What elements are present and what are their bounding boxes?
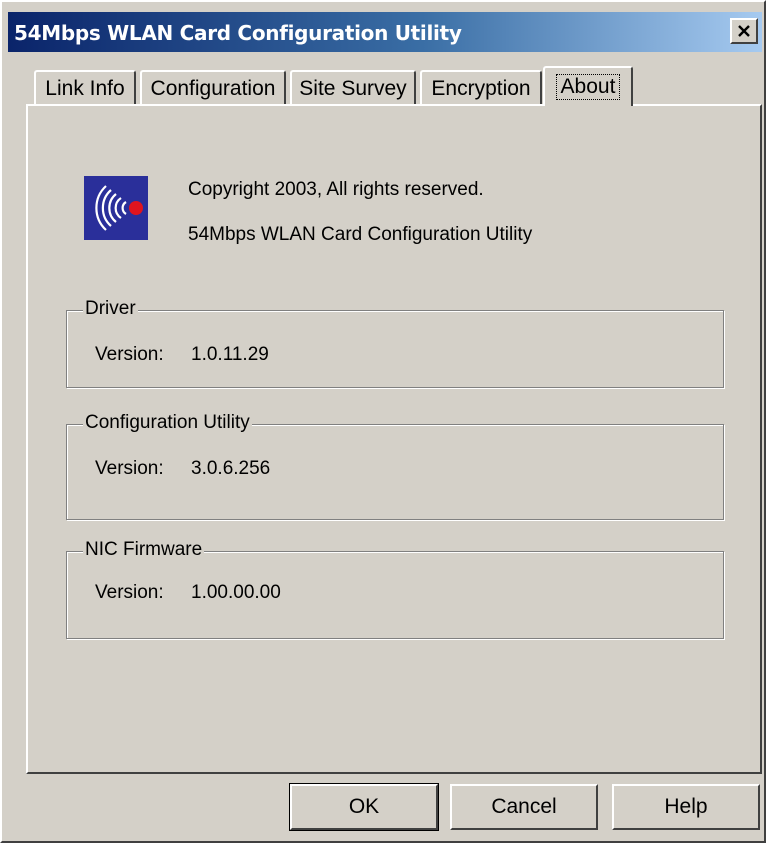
tab-label: Site Survey	[299, 77, 407, 100]
tab-about[interactable]: About	[543, 66, 633, 106]
product-name-text: 54Mbps WLAN Card Configuration Utility	[188, 224, 533, 245]
tab-link-info[interactable]: Link Info	[34, 70, 136, 106]
nic-firmware-version-value: 1.00.00.00	[191, 582, 281, 603]
driver-group: Driver Version: 1.0.11.29	[66, 298, 724, 388]
driver-version-label: Version:	[95, 344, 164, 365]
close-button[interactable]	[730, 18, 758, 44]
tab-label: Encryption	[431, 77, 531, 100]
tab-label: About	[555, 74, 621, 100]
driver-group-title: Driver	[83, 298, 138, 320]
wireless-signal-icon	[84, 176, 148, 240]
cancel-button[interactable]: Cancel	[450, 784, 598, 830]
tab-label: Configuration	[150, 77, 276, 100]
help-button[interactable]: Help	[612, 784, 760, 830]
config-utility-group: Configuration Utility Version: 3.0.6.256	[66, 412, 724, 520]
ok-button[interactable]: OK	[289, 783, 439, 831]
tab-site-survey[interactable]: Site Survey	[290, 70, 416, 106]
copyright-text: Copyright 2003, All rights reserved.	[188, 179, 484, 200]
close-icon	[738, 25, 750, 37]
nic-firmware-group: NIC Firmware Version: 1.00.00.00	[66, 539, 724, 639]
config-utility-version-value: 3.0.6.256	[191, 458, 271, 479]
window-title: 54Mbps WLAN Card Configuration Utility	[14, 21, 462, 45]
dialog-window: 54Mbps WLAN Card Configuration Utility L…	[0, 0, 766, 843]
nic-firmware-group-title: NIC Firmware	[83, 539, 205, 561]
driver-version-value: 1.0.11.29	[191, 344, 269, 365]
tab-encryption[interactable]: Encryption	[420, 70, 542, 106]
nic-firmware-version-label: Version:	[95, 582, 164, 603]
config-utility-version-label: Version:	[95, 458, 164, 479]
tab-configuration[interactable]: Configuration	[140, 70, 286, 106]
title-bar[interactable]: 54Mbps WLAN Card Configuration Utility	[8, 12, 762, 52]
config-utility-group-title: Configuration Utility	[83, 412, 252, 434]
tab-label: Link Info	[45, 77, 125, 100]
